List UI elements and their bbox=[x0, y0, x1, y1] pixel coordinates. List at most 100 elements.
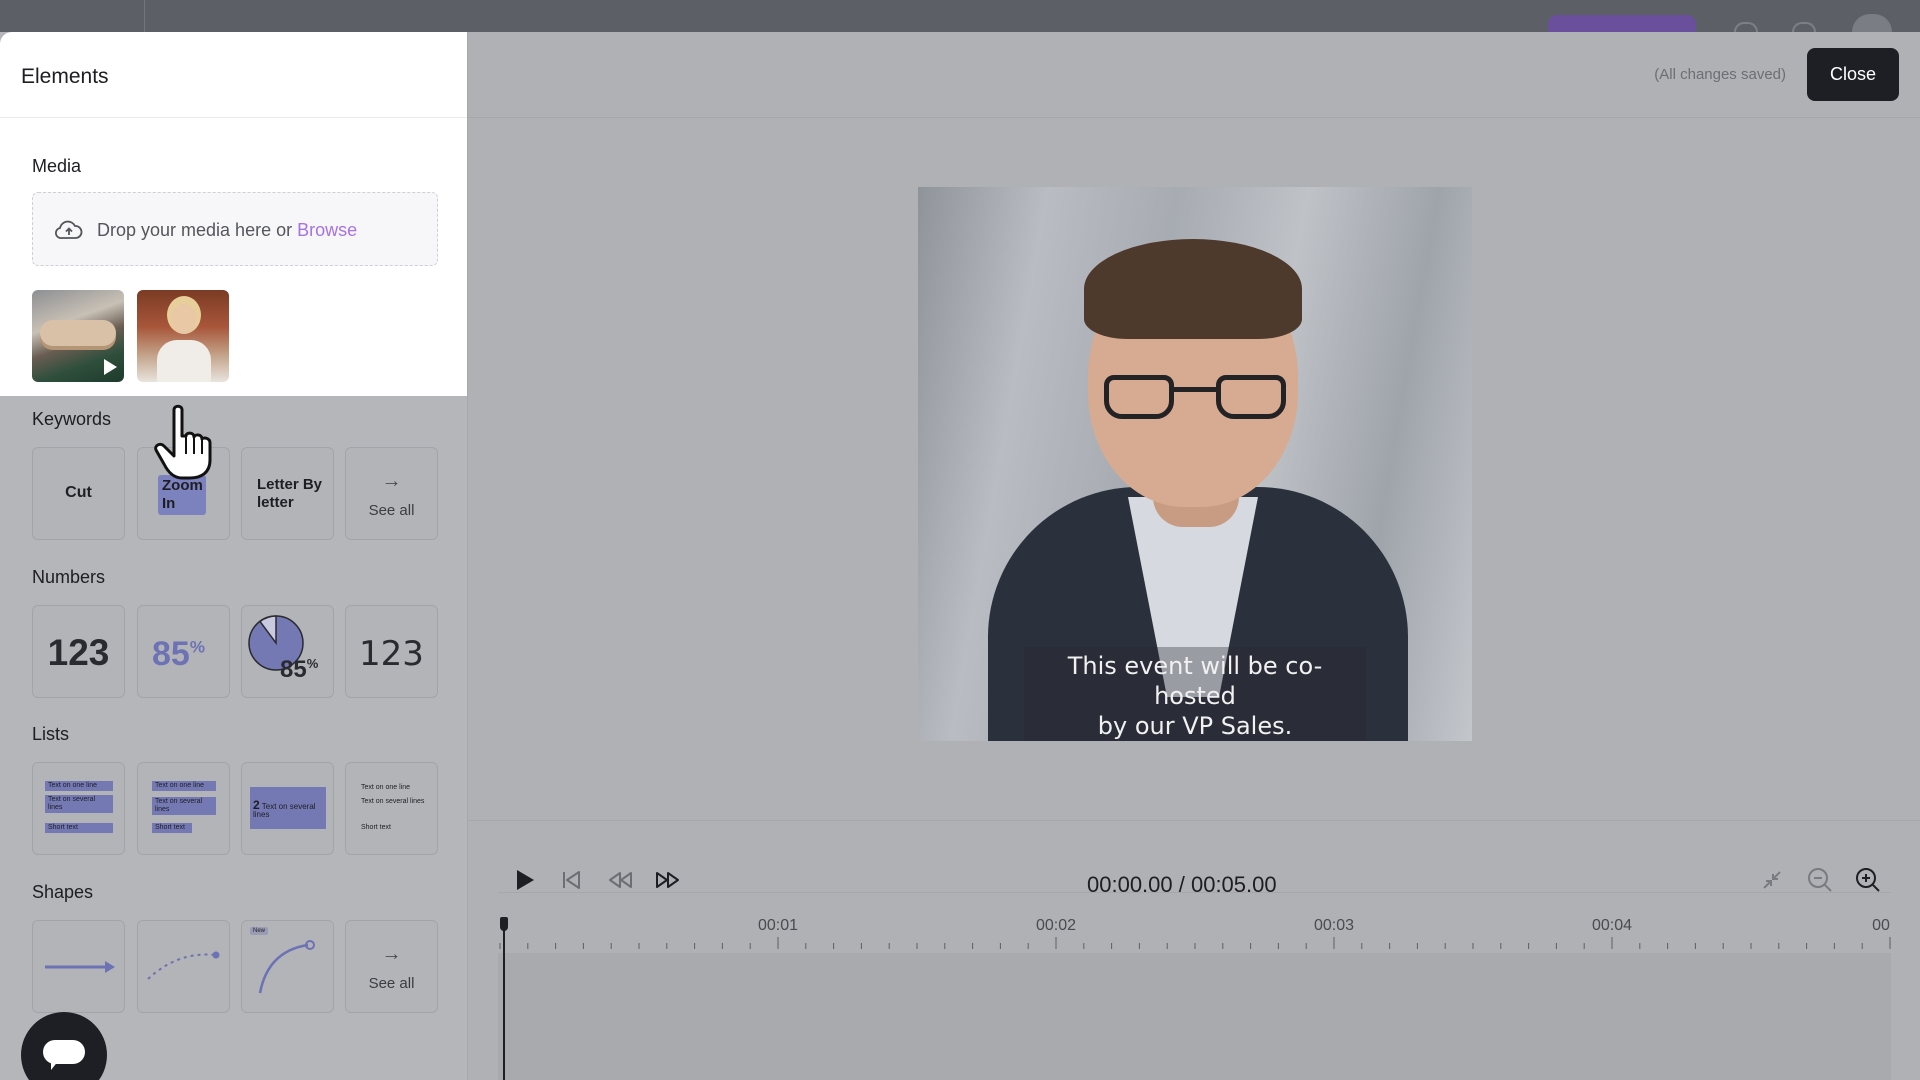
background-top-bar bbox=[0, 0, 1920, 32]
lists-section-label: Lists bbox=[32, 724, 70, 744]
arrow-right-icon: → bbox=[381, 943, 402, 965]
list-line-short: Short text bbox=[152, 823, 192, 833]
woman-image-body bbox=[157, 340, 211, 382]
list-line-several: Text on several lines bbox=[253, 802, 316, 819]
tick-label-3: 00:03 bbox=[1313, 917, 1355, 934]
media-thumbnail-woman-photo[interactable] bbox=[137, 290, 229, 382]
background-primary-button bbox=[1548, 15, 1696, 32]
chat-icon bbox=[43, 1040, 85, 1064]
dotted-curve-icon bbox=[147, 951, 220, 980]
numbers-section-label: Numbers bbox=[32, 567, 106, 587]
keyword-letter-by-letter-label: Letter By letter bbox=[257, 476, 323, 511]
shape-arrow-tile[interactable] bbox=[32, 920, 125, 1013]
list-line-several: Text on several lines bbox=[45, 795, 113, 813]
arrow-shape-icon bbox=[45, 961, 115, 973]
tick-label-2: 00:02 bbox=[1035, 917, 1077, 934]
number-counter-label: 123 bbox=[47, 632, 110, 673]
person-hair bbox=[1084, 239, 1302, 339]
handshake-image bbox=[40, 320, 116, 346]
elements-modal: (All changes saved) Close Elements Media… bbox=[0, 32, 1920, 1080]
curve-shape-icon bbox=[258, 940, 315, 994]
background-avatar bbox=[1852, 14, 1892, 32]
list-line-short: Short text bbox=[361, 824, 391, 831]
list-line-one: Text on one line bbox=[45, 781, 113, 791]
cloud-upload-icon bbox=[55, 220, 83, 239]
keyword-cut-tile[interactable]: Cut bbox=[32, 447, 125, 540]
background-help-icon bbox=[1734, 22, 1758, 32]
playhead-line bbox=[503, 929, 505, 1080]
arrow-right-icon: → bbox=[381, 470, 402, 492]
tick-label-4: 00:04 bbox=[1591, 917, 1633, 934]
tick-label-5: 00 bbox=[1872, 917, 1890, 934]
timeline[interactable]: 00:01 00:02 00:03 00:04 00 bbox=[498, 892, 1891, 1080]
dropzone-text: Drop your media here or Browse bbox=[97, 220, 357, 241]
list-line-short: Short text bbox=[45, 823, 113, 833]
fit-to-screen-icon[interactable] bbox=[1758, 866, 1786, 894]
chat-icon-tail bbox=[51, 1060, 59, 1070]
tick-label-1: 00:01 bbox=[757, 917, 799, 934]
number-percent-label: 85% bbox=[152, 635, 205, 674]
keyword-letter-by-letter-tile[interactable]: Letter By letter bbox=[241, 447, 334, 540]
play-icon[interactable] bbox=[510, 866, 538, 894]
keywords-see-all-label: See all bbox=[368, 502, 415, 519]
number-pie-value: 85 bbox=[280, 656, 307, 683]
keywords-section-label: Keywords bbox=[32, 409, 112, 429]
video-preview[interactable]: This event will be co-hosted by our VP S… bbox=[918, 187, 1472, 741]
caption-line-1: This event will be co-hosted bbox=[1067, 652, 1323, 710]
controls-divider bbox=[469, 820, 1920, 821]
list-numbered-block: 2 Text on several lines bbox=[250, 787, 326, 829]
modal-header: (All changes saved) Close bbox=[468, 32, 1920, 118]
save-status: (All changes saved) bbox=[1654, 66, 1786, 83]
shape-dotted-line-tile[interactable] bbox=[137, 920, 230, 1013]
hand-pointer-cursor-icon bbox=[154, 404, 212, 480]
number-plain-tile[interactable]: 123 bbox=[345, 605, 438, 698]
elements-panel: Elements Media Drop your media here or B… bbox=[0, 32, 468, 1080]
glasses-left-lens bbox=[1104, 375, 1174, 419]
list-style-1-tile[interactable]: Text on one line Text on several lines S… bbox=[32, 762, 125, 855]
shape-curve-tile[interactable]: New bbox=[241, 920, 334, 1013]
media-section-label: Media bbox=[32, 156, 82, 176]
panel-title: Elements bbox=[21, 65, 109, 88]
list-style-3-tile[interactable]: 2 Text on several lines bbox=[241, 762, 334, 855]
panel-divider bbox=[0, 117, 467, 118]
number-pie-symbol: % bbox=[306, 656, 319, 671]
shapes-see-all-label: See all bbox=[368, 975, 415, 992]
top-bar-separator bbox=[144, 0, 145, 32]
shapes-section-label: Shapes bbox=[32, 882, 94, 902]
list-style-2-tile[interactable]: Text on one line Text on several lines S… bbox=[137, 762, 230, 855]
list-line-one: Text on one line bbox=[361, 784, 411, 791]
skip-to-start-icon[interactable] bbox=[558, 866, 586, 894]
video-caption: This event will be co-hosted by our VP S… bbox=[1024, 647, 1366, 741]
media-dropzone[interactable]: Drop your media here or Browse bbox=[32, 192, 438, 266]
number-plain-label: 123 bbox=[359, 634, 424, 674]
number-percent-symbol: % bbox=[189, 637, 205, 657]
keyword-cut-label: Cut bbox=[65, 484, 92, 501]
play-badge-icon bbox=[104, 359, 117, 375]
glasses-bridge bbox=[1174, 387, 1216, 392]
list-line-one: Text on one line bbox=[152, 781, 216, 791]
number-counter-tile[interactable]: 123 bbox=[32, 605, 125, 698]
keywords-see-all-tile[interactable]: → See all bbox=[345, 447, 438, 540]
browse-link[interactable]: Browse bbox=[297, 220, 357, 240]
close-button[interactable]: Close bbox=[1807, 48, 1899, 101]
caption-line-2: by our VP Sales. bbox=[1097, 712, 1293, 740]
glasses-right-lens bbox=[1216, 375, 1286, 419]
dropzone-prompt: Drop your media here or bbox=[97, 220, 298, 240]
number-pie-label: 85% bbox=[280, 656, 318, 684]
woman-image-head bbox=[171, 304, 197, 334]
shapes-see-all-tile[interactable]: → See all bbox=[345, 920, 438, 1013]
list-style-4-tile[interactable]: Text on one line Text on several lines S… bbox=[345, 762, 438, 855]
rewind-icon[interactable] bbox=[606, 866, 634, 894]
number-percent-tile[interactable]: 85% bbox=[137, 605, 230, 698]
zoom-out-icon[interactable] bbox=[1806, 866, 1834, 894]
timeline-ruler bbox=[499, 937, 1891, 949]
zoom-in-icon[interactable] bbox=[1854, 866, 1882, 894]
media-thumbnail-handshake-video[interactable] bbox=[32, 290, 124, 382]
timeline-track-area[interactable] bbox=[498, 953, 1891, 1080]
list-line-several: Text on several lines bbox=[152, 797, 216, 815]
background-notification-icon bbox=[1792, 22, 1816, 32]
number-pie-tile[interactable]: 85% bbox=[241, 605, 334, 698]
keyword-zoom-in-label: Zoom In bbox=[158, 475, 206, 515]
fast-forward-icon[interactable] bbox=[654, 866, 682, 894]
number-percent-value: 85 bbox=[152, 635, 190, 673]
